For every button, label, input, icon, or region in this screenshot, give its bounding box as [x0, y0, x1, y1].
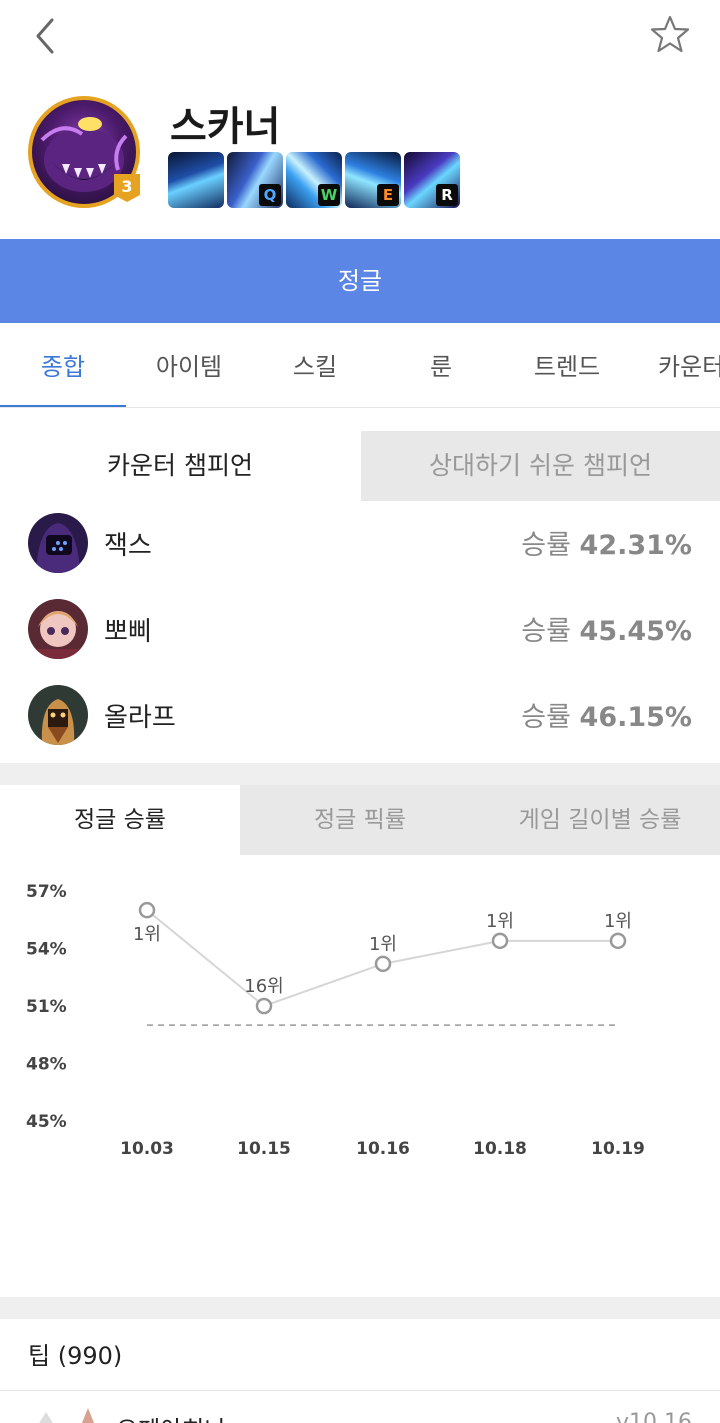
top-bar [0, 0, 720, 72]
counter-winrate: 승률 42.31% [521, 530, 692, 561]
counter-name: 뽀삐 [104, 617, 152, 647]
y-tick-label: 51% [26, 997, 67, 1017]
x-tick-label: 10.15 [237, 1139, 291, 1159]
x-tick-label: 10.16 [356, 1139, 410, 1159]
tab-items[interactable]: 아이템 [126, 326, 252, 407]
counter-row-jax[interactable]: 잭스 승률 42.31% [0, 501, 720, 587]
graph-tabs: 정글 승률 정글 픽률 게임 길이별 승률 [0, 785, 720, 855]
favorite-star-icon[interactable] [650, 14, 690, 54]
y-tick-label: 45% [26, 1112, 67, 1132]
w-skill-icon[interactable]: W [286, 152, 342, 208]
counter-name: 올라프 [104, 703, 176, 733]
tip-username[interactable]: 오페아히나 [116, 1410, 226, 1423]
skill-key-r: R [436, 184, 458, 206]
y-tick-label: 57% [26, 882, 67, 902]
y-tick-label: 54% [26, 940, 67, 960]
rank-label: 1위 [486, 911, 514, 932]
y-tick-label: 48% [26, 1055, 67, 1075]
data-point [491, 932, 509, 950]
divider [0, 1390, 720, 1391]
tab-jungle-pickrate[interactable]: 정글 픽률 [240, 785, 480, 855]
skill-key-e: E [377, 184, 399, 206]
tab-counter-champions[interactable]: 카운터 챔피언 [0, 431, 360, 501]
champion-header: 3 스카너 Q W E R [0, 88, 720, 228]
section-divider [0, 763, 720, 785]
data-point [374, 955, 392, 973]
rank-label: 1위 [369, 934, 397, 955]
skill-key-w: W [318, 184, 340, 206]
x-tick-label: 10.18 [473, 1139, 527, 1159]
section-divider [0, 1297, 720, 1319]
counter-name: 잭스 [104, 531, 152, 561]
tab-overview[interactable]: 종합 [0, 326, 126, 407]
champion-name: 스카너 [170, 104, 281, 150]
poppy-avatar [28, 599, 88, 659]
tip-version: v10.16 [615, 1410, 692, 1423]
tab-easy-champions[interactable]: 상대하기 쉬운 챔피언 [361, 431, 720, 501]
counter-winrate: 승률 45.45% [521, 616, 692, 647]
counter-row-olaf[interactable]: 올라프 승률 46.15% [0, 673, 720, 759]
passive-skill-icon[interactable] [168, 152, 224, 208]
r-skill-icon[interactable]: R [404, 152, 460, 208]
tab-trends[interactable]: 트렌드 [504, 326, 630, 407]
tab-jungle-winrate[interactable]: 정글 승률 [0, 785, 240, 855]
tab-runes[interactable]: 룬 [378, 326, 504, 407]
data-point [138, 901, 156, 919]
winrate-chart-svg: 57% 54% 51% 48% 45% 1위 16위 1위 1위 1위 10.03 10.15 10.1… [26, 882, 645, 1159]
counter-row-poppy[interactable]: 뽀삐 승률 45.45% [0, 587, 720, 673]
tab-winrate-by-length[interactable]: 게임 길이별 승률 [480, 785, 720, 855]
champion-level-badge: 3 [114, 174, 140, 202]
skill-key-q: Q [259, 184, 281, 206]
tips-header: 팁 (990) [28, 1342, 123, 1370]
tab-skills[interactable]: 스킬 [252, 326, 378, 407]
x-tick-label: 10.19 [591, 1139, 645, 1159]
skill-icons: Q W E R [168, 152, 460, 208]
olaf-avatar [28, 685, 88, 745]
winrate-chart: 57% 54% 51% 48% 45% 1위 16위 1위 1위 1위 10.03 10.15 10.1… [0, 860, 720, 1180]
rank-label: 1위 [604, 911, 632, 932]
back-arrow-icon[interactable] [30, 16, 66, 56]
e-skill-icon[interactable]: E [345, 152, 401, 208]
main-tabs: 종합 아이템 스킬 룬 트렌드 카운터 [0, 326, 720, 408]
data-point [255, 997, 273, 1015]
jax-avatar [28, 513, 88, 573]
tip-rank-icons [26, 1408, 106, 1423]
rank-label: 16위 [244, 976, 283, 997]
data-point [609, 932, 627, 950]
q-skill-icon[interactable]: Q [227, 152, 283, 208]
rank-label: 1위 [133, 924, 161, 945]
counter-winrate: 승률 46.15% [521, 702, 692, 733]
counter-tabs: 카운터 챔피언 상대하기 쉬운 챔피언 [0, 431, 720, 501]
x-tick-label: 10.03 [120, 1139, 174, 1159]
tab-counters[interactable]: 카운터 [630, 326, 720, 407]
role-banner[interactable]: 정글 [0, 239, 720, 323]
